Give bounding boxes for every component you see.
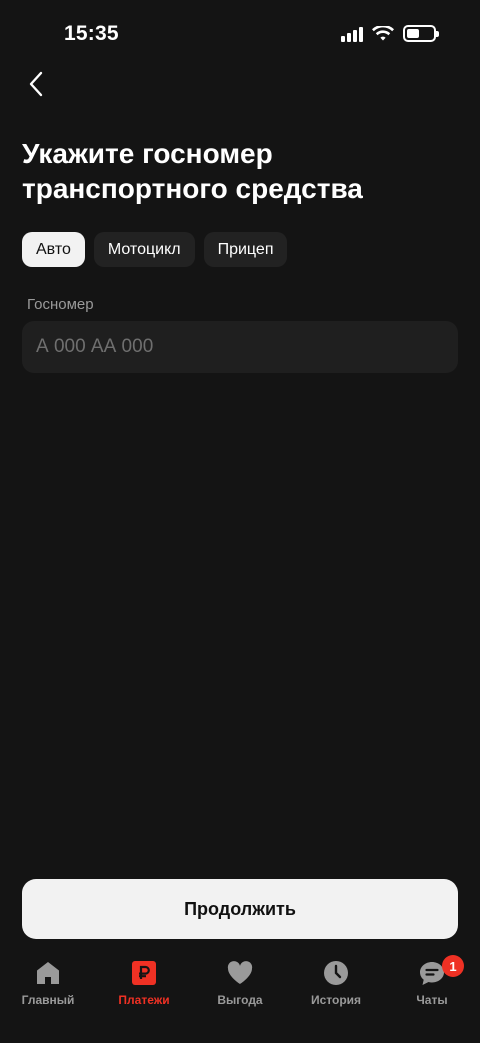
nav-item-home[interactable]: Главный (0, 950, 96, 1043)
nav-label-home: Главный (21, 993, 75, 1007)
chevron-left-icon (29, 71, 43, 97)
chats-unread-badge: 1 (442, 955, 464, 977)
nav-item-chats[interactable]: 1 Чаты (384, 950, 480, 1043)
back-button[interactable] (18, 66, 54, 102)
heart-icon (225, 958, 255, 988)
plate-number-input[interactable] (22, 321, 458, 373)
ruble-icon (129, 958, 159, 988)
nav-item-payments[interactable]: Платежи (96, 950, 192, 1043)
bottom-nav: Главный Платежи Выгода История 1 Чаты (0, 950, 480, 1043)
nav-label-payments: Платежи (118, 993, 170, 1007)
vehicle-type-tabs: Авто Мотоцикл Прицеп (22, 232, 288, 267)
tab-motorcycle[interactable]: Мотоцикл (93, 232, 195, 267)
plate-field-label: Госномер (27, 296, 94, 313)
nav-label-chats: Чаты (416, 993, 448, 1007)
clock-icon (321, 958, 351, 988)
continue-button[interactable]: Продолжить (22, 879, 458, 939)
page-title: Укажите госномер транспортного средства (22, 138, 363, 204)
battery-icon (403, 25, 439, 42)
status-bar: 15:35 (0, 0, 480, 72)
nav-label-history: История (310, 993, 362, 1007)
wifi-icon (372, 25, 394, 40)
status-icons (341, 25, 439, 42)
tab-auto[interactable]: Авто (22, 232, 85, 267)
home-icon (33, 958, 63, 988)
nav-item-benefits[interactable]: Выгода (192, 950, 288, 1043)
tab-trailer[interactable]: Прицеп (203, 232, 288, 267)
signal-icon (341, 26, 363, 42)
nav-item-history[interactable]: История (288, 950, 384, 1043)
status-time: 15:35 (64, 22, 119, 45)
payment-vehicle-plate-screen: 15:35 Укажите госномер транспортного сре… (0, 0, 480, 1043)
nav-label-benefits: Выгода (217, 993, 263, 1007)
